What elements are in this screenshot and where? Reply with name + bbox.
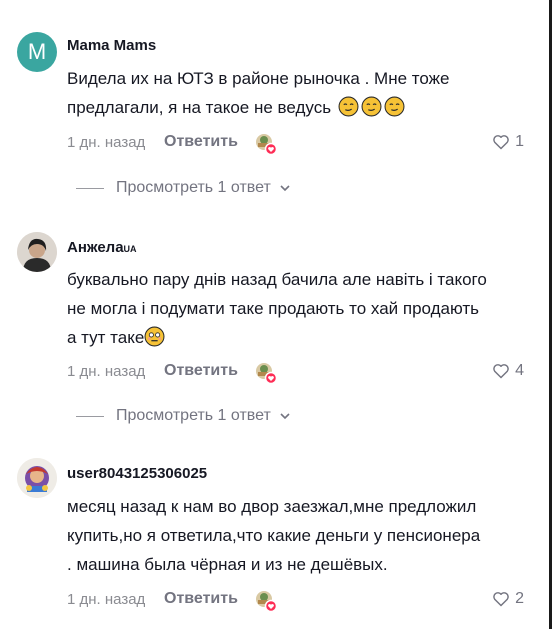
like-count: 2: [515, 590, 524, 607]
comment-text-line: . машина была чёрная и из не дешёвых.: [67, 555, 388, 574]
avatar-image: [17, 458, 57, 498]
creator-liked-icon: [256, 591, 278, 613]
avatar[interactable]: [17, 458, 57, 498]
comment-time: 1 дн. назад: [67, 591, 146, 608]
comment-text-line: месяц назад к нам во двор заезжал,мне пр…: [67, 497, 477, 516]
comment-username[interactable]: user8043125306025: [67, 465, 207, 482]
like-button[interactable]: 2: [492, 590, 524, 608]
heart-outline-icon: [493, 592, 509, 607]
comment-text: месяц назад к нам во двор заезжал,мне пр…: [67, 492, 532, 579]
comment-item: user8043125306025 месяц назад к нам во д…: [0, 0, 548, 629]
comment-text-line: купить,но я ответила,что какие деньги у …: [67, 526, 481, 545]
reply-button[interactable]: Ответить: [164, 590, 238, 608]
